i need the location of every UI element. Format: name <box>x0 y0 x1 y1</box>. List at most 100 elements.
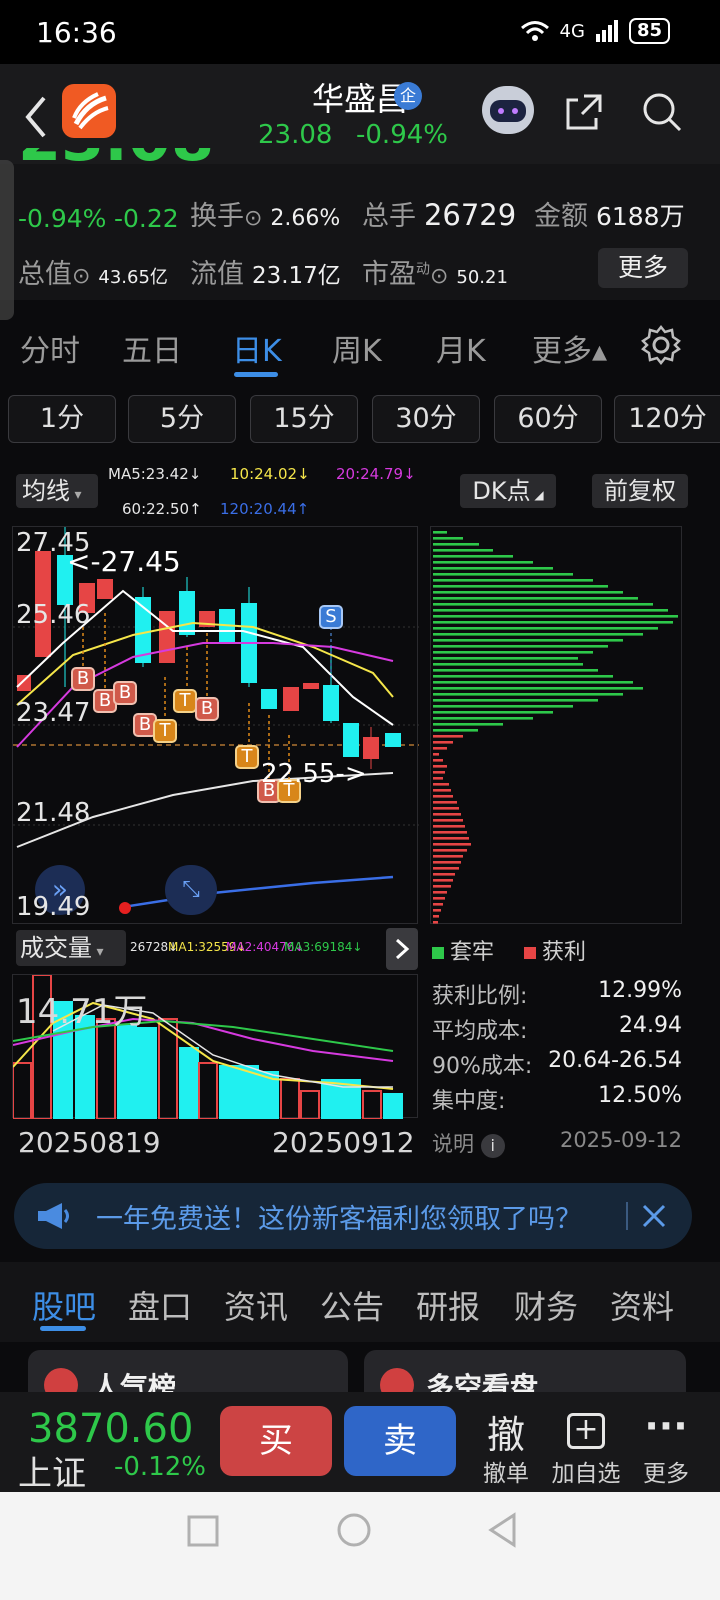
chip-stat-row: 90%成本: 20.64-26.54 <box>432 1048 682 1080</box>
chip-bar <box>433 735 463 738</box>
chip-bar <box>433 531 447 534</box>
interval-30min[interactable]: 30分 <box>372 395 480 443</box>
big-price-text: 23.08 <box>18 148 214 175</box>
search-icon[interactable] <box>640 90 684 134</box>
wifi-icon <box>520 21 549 41</box>
volume-selector[interactable]: 成交量 ▾ <box>16 930 126 966</box>
header-price: 23.08 <box>258 120 333 150</box>
chip-stat-label: 集中度: <box>432 1089 506 1114</box>
expand-chart-icon[interactable]: ⤡ <box>165 865 217 915</box>
t-marker[interactable]: T <box>235 745 259 769</box>
tab-research[interactable]: 研报 <box>416 1282 480 1328</box>
chip-bar <box>433 915 439 918</box>
chip-bar <box>433 831 467 834</box>
chip-bar <box>433 717 533 720</box>
info-icon[interactable]: ⊙ <box>430 264 448 289</box>
t-marker[interactable]: T <box>173 689 197 713</box>
cancel-order-label[interactable]: 撤单 <box>468 1454 544 1488</box>
buy-marker[interactable]: B <box>195 697 219 721</box>
chevron-right-icon[interactable] <box>386 928 418 970</box>
tab-underline <box>40 1326 86 1331</box>
info-icon[interactable]: ⊙ <box>72 264 90 289</box>
tab-weekly-k[interactable]: 周K <box>332 326 382 370</box>
share-icon[interactable] <box>562 90 606 134</box>
chip-bar <box>433 723 503 726</box>
ma-selector[interactable]: 均线 ▾ <box>16 474 98 508</box>
recents-icon[interactable] <box>186 1514 220 1548</box>
buy-marker[interactable]: B <box>71 667 95 691</box>
sell-button[interactable]: 卖 <box>344 1406 456 1476</box>
dk-point-button[interactable]: DK点 ◢ <box>460 474 556 508</box>
buy-button[interactable]: 买 <box>220 1406 332 1476</box>
tab-daily-k[interactable]: 日K <box>232 326 282 370</box>
close-icon[interactable] <box>640 1202 668 1230</box>
buy-marker[interactable]: B <box>113 681 137 705</box>
tab-order-book[interactable]: 盘口 <box>128 1282 192 1328</box>
float-value: 23.17亿 <box>251 263 341 289</box>
t-marker[interactable]: T <box>153 719 177 743</box>
chip-date: 2025-09-12 <box>559 1128 682 1152</box>
more-label[interactable]: 更多 <box>628 1454 704 1488</box>
adjust-price-button[interactable]: 前复权 <box>592 474 688 508</box>
chip-bar <box>433 849 467 852</box>
ma10-value: 10:24.02↓ <box>230 465 310 483</box>
chip-bar <box>433 555 513 558</box>
interval-1min[interactable]: 1分 <box>8 395 116 443</box>
chip-note-row[interactable]: 说明 i 2025-09-12 <box>432 1128 682 1158</box>
tab-finance[interactable]: 财务 <box>514 1282 578 1328</box>
plus-icon: + <box>567 1413 605 1449</box>
volume-selector-label: 成交量 <box>20 934 92 962</box>
interval-5min[interactable]: 5分 <box>128 395 236 443</box>
tab-monthly-k[interactable]: 月K <box>436 326 486 370</box>
add-watchlist-icon[interactable]: + <box>548 1404 624 1449</box>
tab-forum[interactable]: 股吧 <box>32 1282 96 1328</box>
more-icon[interactable]: ··· <box>628 1404 704 1448</box>
legend-profit-label: 获利 <box>542 940 587 965</box>
float-stat: 流值 23.17亿 <box>190 252 341 291</box>
chip-bar <box>433 819 463 822</box>
chip-bar <box>433 549 493 552</box>
info-icon[interactable]: i <box>480 1134 505 1158</box>
header-change-pct: -0.94% <box>356 120 448 150</box>
add-watchlist-label[interactable]: 加自选 <box>548 1454 624 1488</box>
sell-marker[interactable]: S <box>319 605 343 629</box>
chip-distribution-chart[interactable] <box>430 526 682 930</box>
chip-bar <box>433 687 643 690</box>
chip-stat-value: 12.50% <box>598 1083 682 1108</box>
tab-five-day[interactable]: 五日 <box>122 326 182 370</box>
index-change-pct[interactable]: -0.12% <box>114 1452 206 1482</box>
interval-15min[interactable]: 15分 <box>250 395 358 443</box>
interval-60min[interactable]: 60分 <box>494 395 602 443</box>
index-name[interactable]: 上证 <box>18 1446 86 1495</box>
turnover-label: 换手 <box>190 201 244 232</box>
chip-bar <box>433 729 478 732</box>
enterprise-badge: 企 <box>394 82 422 110</box>
amount-label: 金额 <box>534 201 588 232</box>
chip-bar <box>433 645 608 648</box>
chip-stat-row: 获利比例: 12.99% <box>432 978 682 1010</box>
cancel-order-icon[interactable]: 撤 <box>468 1404 544 1459</box>
gear-icon[interactable] <box>640 324 682 366</box>
ma120-value: 120:20.44↑ <box>220 500 310 518</box>
chip-bar <box>433 897 445 900</box>
chip-bar <box>433 537 463 540</box>
chip-bar <box>433 921 438 924</box>
legend-trapped: 套牢 <box>432 934 494 966</box>
chip-bar <box>433 681 633 684</box>
side-drawer-handle[interactable] <box>0 160 14 320</box>
home-icon[interactable] <box>336 1512 372 1548</box>
interval-120min[interactable]: 120分 <box>614 395 720 443</box>
tab-announcements[interactable]: 公告 <box>320 1282 384 1328</box>
more-quote-button[interactable]: 更多 <box>598 248 688 288</box>
back-nav-icon[interactable] <box>486 1512 520 1548</box>
info-icon[interactable]: ⊙ <box>244 206 262 231</box>
tab-news[interactable]: 资讯 <box>224 1282 288 1328</box>
promo-text[interactable]: 一年免费送！这份新客福利您领取了吗？ <box>96 1197 582 1236</box>
chip-bar <box>433 741 453 744</box>
robot-assistant-icon[interactable] <box>482 86 534 134</box>
volume-label: 总手 <box>362 201 416 232</box>
tab-intraday[interactable]: 分时 <box>20 326 80 370</box>
tab-more-periods[interactable]: 更多▴ <box>532 326 607 370</box>
chip-bar <box>433 753 439 756</box>
tab-profile[interactable]: 资料 <box>610 1282 674 1328</box>
